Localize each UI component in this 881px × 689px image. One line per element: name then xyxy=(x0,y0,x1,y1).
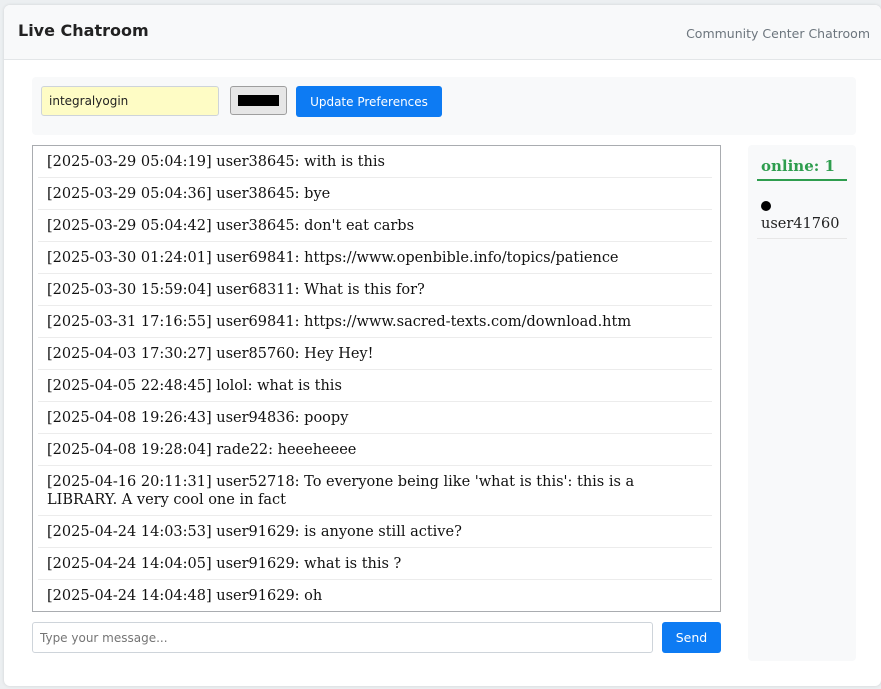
message-item: [2025-03-29 05:04:36] user38645: bye xyxy=(38,178,712,210)
update-preferences-button[interactable]: Update Preferences xyxy=(296,86,442,117)
message-item: [2025-04-03 17:30:27] user85760: Hey Hey… xyxy=(38,338,712,370)
message-item: [2025-04-24 14:04:48] user91629: oh xyxy=(38,580,712,611)
online-count-title: online: 1 xyxy=(757,157,847,181)
message-item: [2025-03-29 05:04:19] user38645: with is… xyxy=(38,146,712,178)
message-item: [2025-04-16 20:11:31] user52718: To ever… xyxy=(38,466,712,516)
message-item: [2025-03-30 01:24:01] user69841: https:/… xyxy=(38,242,712,274)
chat-window: Live Chatroom Community Center Chatroom … xyxy=(4,5,881,686)
message-item: [2025-04-24 14:04:05] user91629: what is… xyxy=(38,548,712,580)
message-item: [2025-03-31 17:16:55] user69841: https:/… xyxy=(38,306,712,338)
header: Live Chatroom Community Center Chatroom xyxy=(4,5,881,60)
online-users-panel: online: 1 user41760 xyxy=(748,145,856,661)
online-user-name: user41760 xyxy=(761,216,840,232)
message-item: [2025-04-24 14:03:53] user91629: is anyo… xyxy=(38,516,712,548)
message-item: [2025-04-08 19:28:04] rade22: heeeheeee xyxy=(38,434,712,466)
send-button[interactable]: Send xyxy=(662,622,721,653)
message-item: [2025-03-30 15:59:04] user68311: What is… xyxy=(38,274,712,306)
online-user-item[interactable]: user41760 xyxy=(757,195,847,239)
color-picker[interactable] xyxy=(230,86,287,115)
message-item: [2025-03-29 05:04:42] user38645: don't e… xyxy=(38,210,712,242)
preferences-bar: Update Preferences xyxy=(32,77,856,135)
message-input[interactable] xyxy=(32,622,653,653)
message-list[interactable]: [2025-03-29 05:04:19] user38645: with is… xyxy=(32,145,721,612)
username-input[interactable] xyxy=(41,86,219,116)
status-dot-icon xyxy=(761,201,771,211)
message-item: [2025-04-08 19:26:43] user94836: poopy xyxy=(38,402,712,434)
color-swatch xyxy=(238,95,279,106)
app-subtitle: Community Center Chatroom xyxy=(686,26,870,41)
app-title: Live Chatroom xyxy=(18,21,149,40)
message-item: [2025-04-05 22:48:45] lolol: what is thi… xyxy=(38,370,712,402)
